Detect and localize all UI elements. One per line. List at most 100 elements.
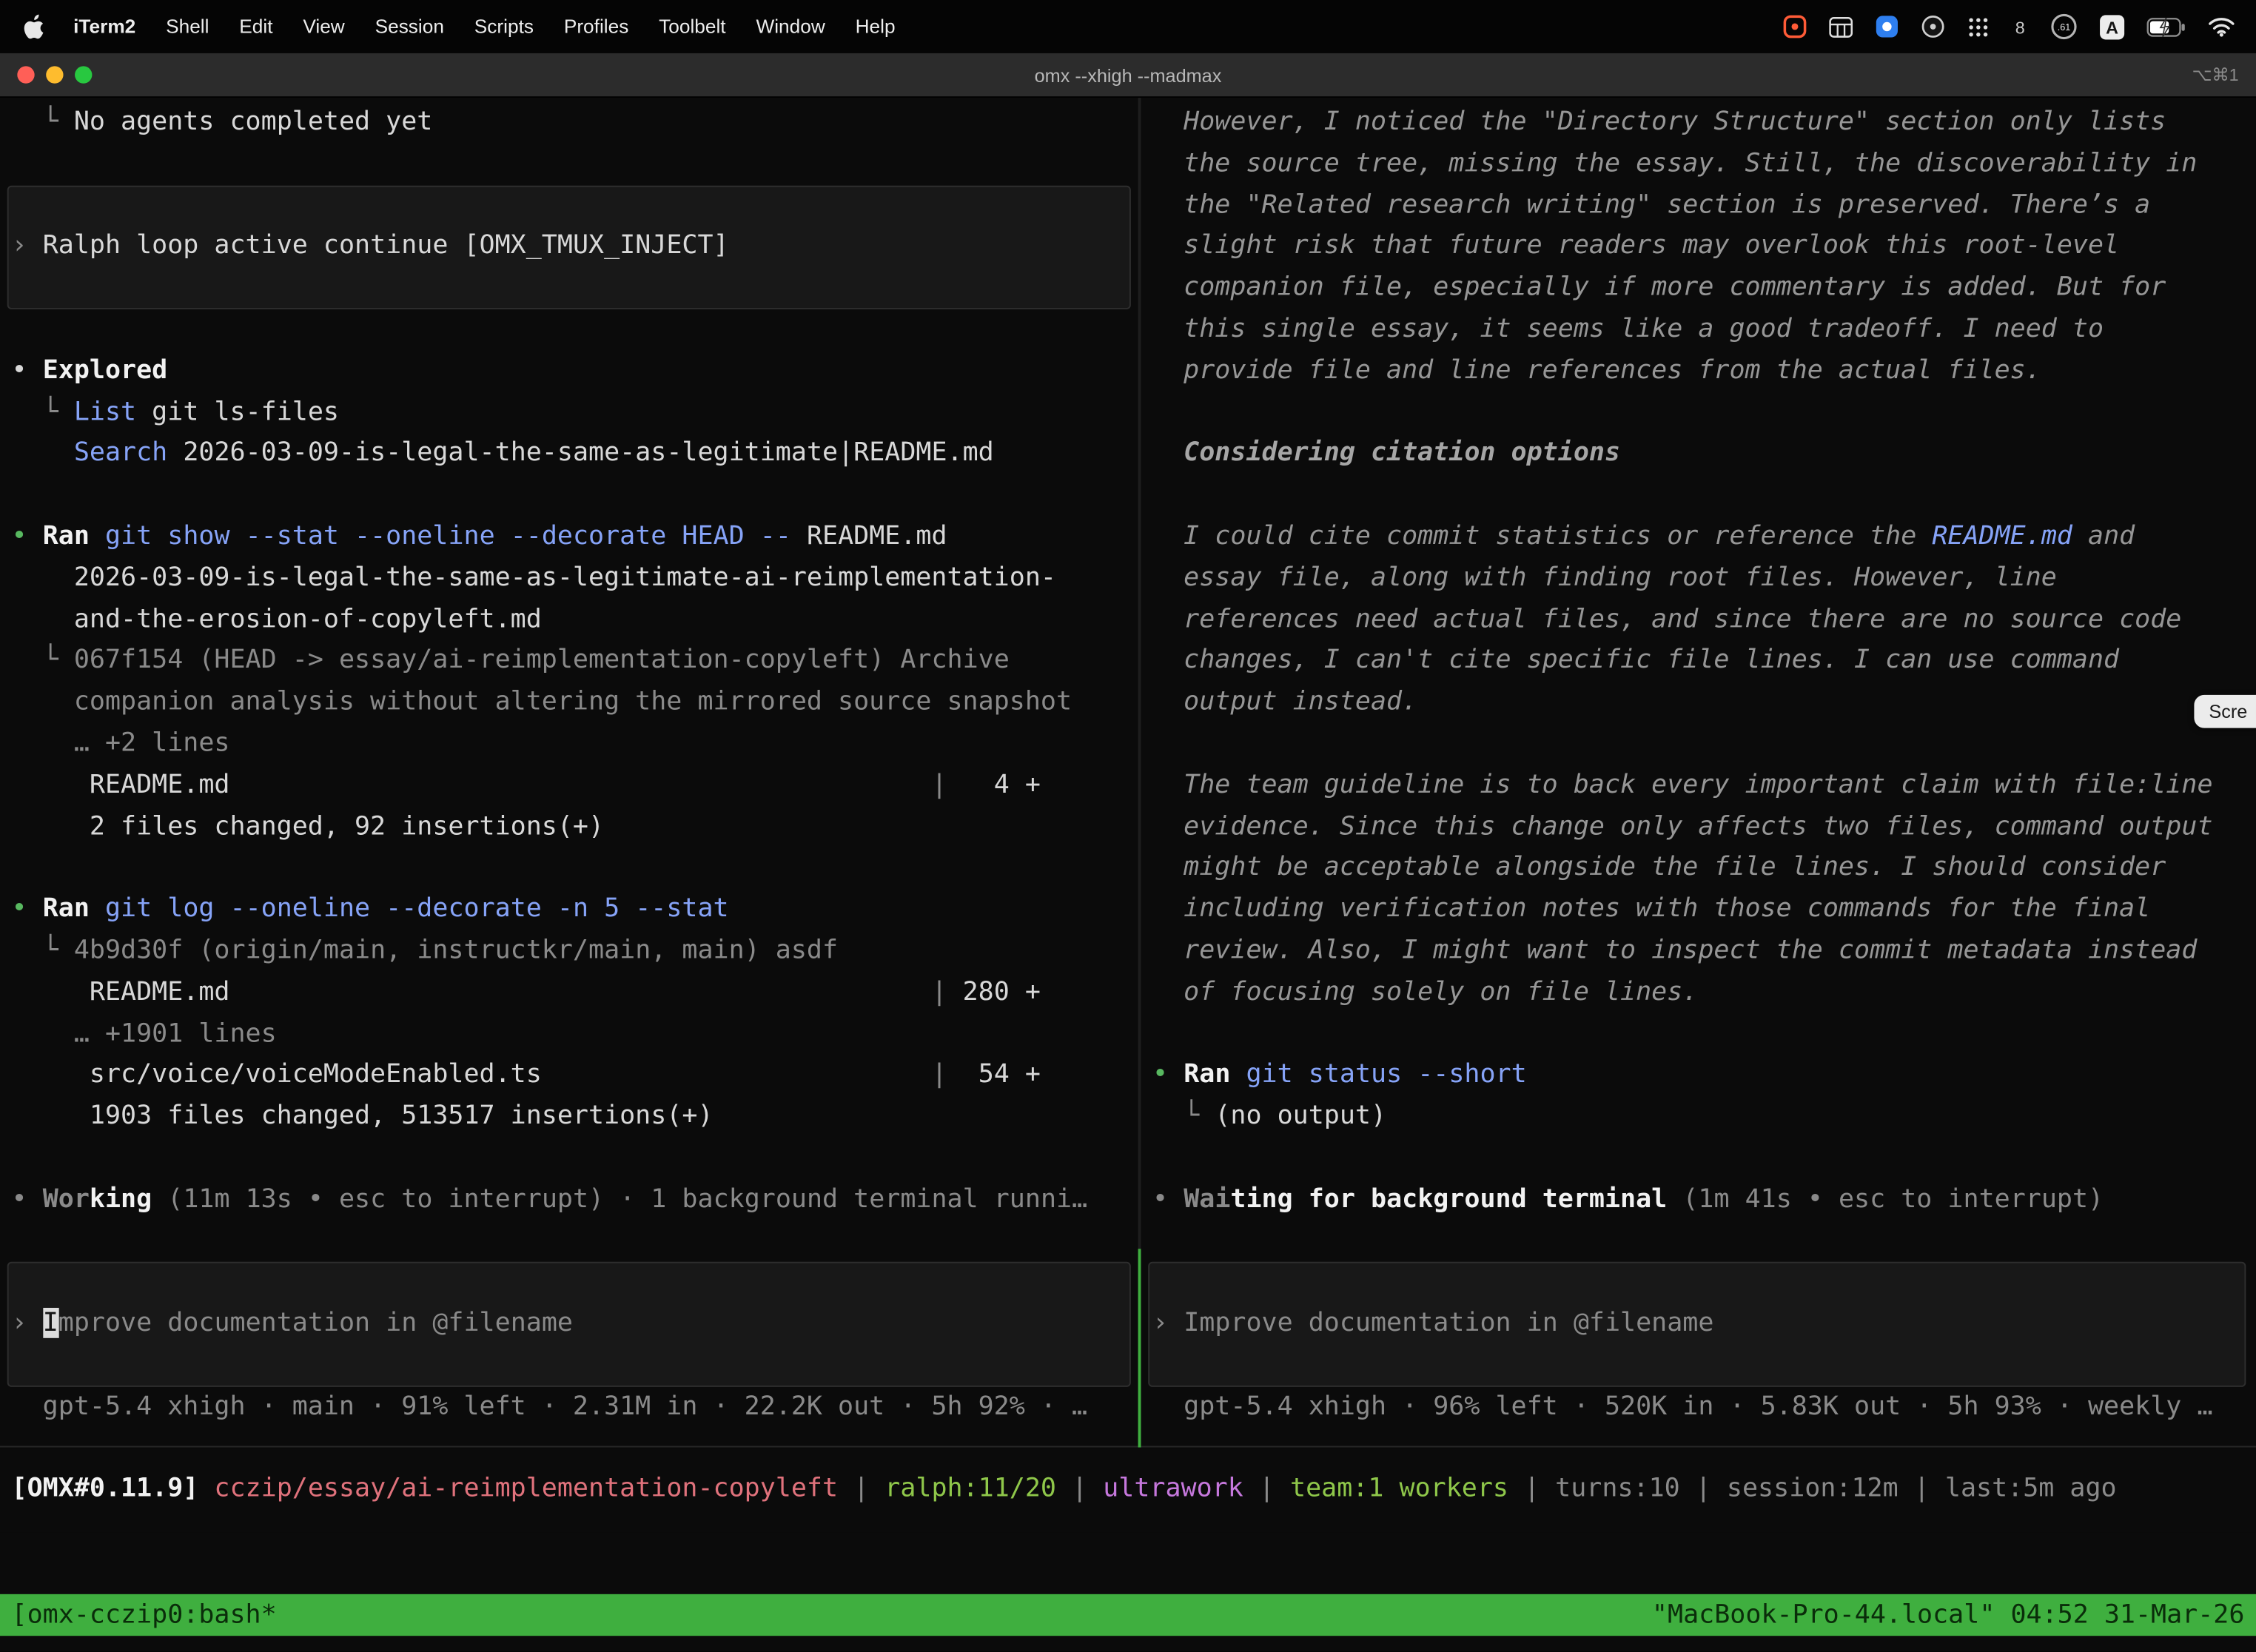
terminal-text-segment: essay file, along with finding root file… bbox=[1152, 563, 2057, 593]
menu-item-window[interactable]: Window bbox=[756, 16, 825, 37]
terminal-text-segment: (no output) bbox=[1215, 1101, 1386, 1131]
window-title: omx --xhigh --madmax bbox=[0, 64, 2256, 86]
window-shortcut-badge: ⌥⌘1 bbox=[2192, 64, 2238, 84]
terminal-line: └ 4b9d30f (origin/main, instructkr/main,… bbox=[12, 931, 1138, 973]
terminal-text-segment: gpt-5.4 xhigh · main · 91% left · 2.31M … bbox=[12, 1391, 1088, 1421]
terminal-text-segment: README.md bbox=[791, 521, 947, 551]
terminal-text-segment: └ bbox=[12, 107, 74, 137]
terminal-text-segment: README.md bbox=[12, 976, 230, 1007]
menu-item-profiles[interactable]: Profiles bbox=[564, 16, 629, 37]
terminal-text-segment: 2026-03-09-is-legal-the-same-as-legitima… bbox=[167, 438, 993, 469]
svg-text:.61: .61 bbox=[2058, 22, 2071, 33]
calendar-grid-icon[interactable] bbox=[1829, 13, 1853, 41]
terminal-line: slight risk that future readers may over… bbox=[1152, 226, 2253, 268]
omx-version: [OMX#0.11.9] bbox=[12, 1474, 199, 1504]
terminal-text-segment: └ bbox=[12, 935, 74, 965]
terminal-text-segment: review. Also, I might want to inspect th… bbox=[1152, 935, 2197, 965]
terminal-text-segment: 067f154 (HEAD -> essay/ai-reimplementati… bbox=[74, 645, 1010, 676]
menu-item-help[interactable]: Help bbox=[856, 16, 896, 37]
terminal-text-segment: provide file and line references from th… bbox=[1152, 355, 2041, 386]
numeric-badge-icon[interactable]: 8 bbox=[2012, 13, 2029, 41]
terminal-line: The team guideline is to back every impo… bbox=[1152, 765, 2253, 807]
bullet: • bbox=[1152, 1059, 1184, 1089]
apple-menu-icon[interactable] bbox=[23, 13, 44, 39]
disc-icon[interactable] bbox=[1921, 13, 1945, 41]
terminal-text-segment: └ bbox=[12, 397, 74, 427]
terminal-text-segment: the "Related research writing" section i… bbox=[1152, 189, 2150, 220]
terminal-text-segment: Ran bbox=[43, 893, 90, 924]
terminal-line: 2026-03-09-is-legal-the-same-as-legitima… bbox=[12, 558, 1138, 600]
model-status-line: gpt-5.4 xhigh · 96% left · 520K in · 5.8… bbox=[1152, 1386, 2253, 1428]
window-title-bar[interactable]: omx --xhigh --madmax ⌥⌘1 bbox=[0, 53, 2256, 98]
screen: iTerm2 Shell Edit View Session Scripts Profile… bbox=[0, 0, 2256, 1652]
screen-edge-notification[interactable]: Scre bbox=[2195, 695, 2256, 728]
terminal-text-segment: Explored bbox=[43, 355, 168, 386]
terminal-line: references need actual files, and since … bbox=[1152, 600, 2253, 641]
terminal-text-segment bbox=[90, 521, 105, 551]
terminal-text-segment: No agents completed yet bbox=[74, 107, 433, 137]
input-source-icon[interactable]: A bbox=[2099, 13, 2125, 41]
terminal-line bbox=[12, 475, 1138, 517]
macos-menu-bar: iTerm2 Shell Edit View Session Scripts Profile… bbox=[0, 0, 2256, 53]
gauge-icon[interactable]: .61 bbox=[2050, 13, 2078, 41]
dots-grid-icon[interactable] bbox=[1967, 13, 1990, 41]
prompt-chevron: › bbox=[1152, 1308, 1184, 1338]
terminal-pane-left[interactable]: └ No agents completed yet › Ralph loop a… bbox=[0, 98, 1138, 1446]
terminal-text-segment: … +2 lines bbox=[12, 728, 230, 759]
terminal-line: I could cite commit statistics or refere… bbox=[1152, 517, 2253, 558]
minimize-button[interactable] bbox=[46, 66, 63, 83]
omx-session-time: session:12m bbox=[1727, 1474, 1899, 1504]
wifi-icon[interactable] bbox=[2207, 13, 2236, 41]
waiting-status-line: • Waiting for background terminal (1m 41… bbox=[1152, 1179, 2253, 1220]
screen-recording-icon[interactable] bbox=[1782, 13, 1807, 41]
omx-bar-segment: | bbox=[1243, 1474, 1290, 1504]
terminal-line: › Improve documentation in @filename bbox=[1152, 1303, 2244, 1345]
svg-text:A: A bbox=[2106, 18, 2118, 37]
terminal-line bbox=[12, 1220, 1138, 1262]
menu-item-session[interactable]: Session bbox=[375, 16, 444, 37]
file-reference-link: README.md bbox=[1932, 521, 2072, 551]
menu-item-toolbelt[interactable]: Toolbelt bbox=[659, 16, 725, 37]
window-controls bbox=[17, 66, 92, 83]
menu-item-shell[interactable]: Shell bbox=[166, 16, 209, 37]
terminal-line bbox=[12, 848, 1138, 890]
terminal-text-segment bbox=[90, 893, 105, 924]
prompt-input-right[interactable]: › Improve documentation in @filename bbox=[1148, 1262, 2246, 1386]
menu-item-scripts[interactable]: Scripts bbox=[474, 16, 534, 37]
terminal-line: output instead. bbox=[1152, 682, 2253, 724]
terminal-text-segment: mprove documentation in @filename bbox=[58, 1308, 573, 1338]
terminal-line: the source tree, missing the essay. Stil… bbox=[1152, 144, 2253, 185]
terminal-text-segment: 2 files changed, 92 insertions(+) bbox=[12, 810, 605, 841]
bullet: • bbox=[12, 893, 43, 924]
prompt-input-left[interactable]: › Improve documentation in @filename bbox=[7, 1262, 1131, 1386]
pane-divider[interactable] bbox=[1138, 98, 1141, 1446]
terminal-text-segment: Wai bbox=[1184, 1183, 1230, 1214]
terminal-text-segment: 4b9d30f (origin/main, instructkr/main, m… bbox=[74, 935, 838, 965]
terminal-text-segment: Improve documentation in @filename bbox=[1184, 1308, 1713, 1338]
battery-icon[interactable] bbox=[2146, 13, 2185, 41]
terminal-text-segment: I could cite commit statistics or refere… bbox=[1152, 521, 1932, 551]
menu-item-view[interactable]: View bbox=[303, 16, 344, 37]
omx-mode: ultrawork bbox=[1103, 1474, 1243, 1504]
agents-status-line: └ No agents completed yet bbox=[12, 102, 1138, 144]
menu-item-edit[interactable]: Edit bbox=[239, 16, 272, 37]
terminal-text-segment: src/voice/voiceModeEnabled.ts bbox=[12, 1059, 542, 1089]
terminal-line: 1903 files changed, 513517 insertions(+) bbox=[12, 1096, 1138, 1138]
omx-worktree-path: cczip/essay/ai-reimplementation-copyleft bbox=[214, 1474, 838, 1504]
terminal-text-segment: README.md bbox=[12, 769, 230, 799]
menu-item-iterm2[interactable]: iTerm2 bbox=[73, 16, 135, 37]
terminal-text-segment: Ran bbox=[1184, 1059, 1230, 1089]
terminal-text-segment: king bbox=[90, 1183, 152, 1214]
terminal-line: └ 067f154 (HEAD -> essay/ai-reimplementa… bbox=[12, 641, 1138, 682]
omx-bar-segment: | bbox=[1899, 1474, 1945, 1504]
terminal-text-segment: | bbox=[931, 1059, 947, 1089]
terminal-text-segment: the source tree, missing the essay. Stil… bbox=[1152, 148, 2197, 178]
terminal-line: └ List git ls-files bbox=[12, 392, 1138, 434]
close-button[interactable] bbox=[17, 66, 34, 83]
terminal-line bbox=[1152, 392, 2253, 434]
blue-app-icon[interactable] bbox=[1875, 13, 1899, 41]
terminal-pane-right[interactable]: However, I noticed the "Directory Struct… bbox=[1141, 98, 2253, 1446]
terminal-line: companion file, especially if more comme… bbox=[1152, 268, 2253, 309]
terminal-text-segment bbox=[1230, 1059, 1246, 1089]
zoom-button[interactable] bbox=[75, 66, 92, 83]
